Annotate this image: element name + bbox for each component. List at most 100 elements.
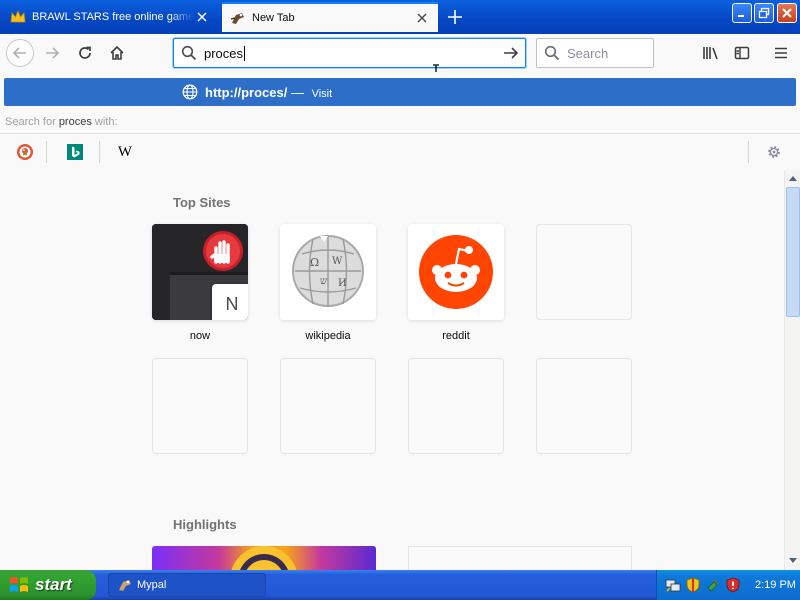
hamburger-menu-icon xyxy=(775,47,787,59)
search-engine-wikipedia[interactable]: W xyxy=(113,140,137,164)
search-icon xyxy=(174,45,204,61)
new-tab-button[interactable] xyxy=(442,5,468,29)
empty-top-site-slot[interactable] xyxy=(536,358,632,454)
arrow-left-icon xyxy=(12,47,26,59)
empty-top-site-slot[interactable] xyxy=(408,358,504,454)
go-button[interactable] xyxy=(497,45,525,61)
windows-security-alert-icon[interactable] xyxy=(725,577,741,593)
mypal-icon xyxy=(230,10,246,26)
suggestion-separator: — xyxy=(287,85,308,100)
search-settings-button[interactable] xyxy=(762,140,786,164)
visit-url-suggestion[interactable]: http://proces/ — Visit xyxy=(4,78,796,106)
start-label: start xyxy=(35,575,72,594)
vertical-scrollbar[interactable] xyxy=(784,170,800,570)
highlight-card[interactable] xyxy=(152,546,376,570)
reddit-icon xyxy=(419,235,493,309)
security-shield-icon[interactable] xyxy=(685,577,701,593)
minimize-button[interactable] xyxy=(732,3,752,23)
search-bar[interactable]: Search xyxy=(536,38,654,68)
sidebar-button[interactable] xyxy=(728,39,756,67)
system-clock[interactable]: 2:19 PM xyxy=(755,579,796,591)
menu-button[interactable] xyxy=(767,39,795,67)
one-off-search-engines: W xyxy=(0,133,800,170)
top-site-now[interactable]: N xyxy=(152,224,248,320)
chevron-down-icon xyxy=(789,558,797,563)
search-for-query: proces xyxy=(58,116,92,128)
text-caret xyxy=(244,45,246,61)
system-tray: 2:19 PM xyxy=(656,570,800,600)
mypal-icon xyxy=(119,580,131,591)
url-input[interactable]: proces xyxy=(204,45,497,61)
close-tab-icon[interactable] xyxy=(414,10,430,26)
url-match: proces xyxy=(241,85,284,100)
library-button[interactable] xyxy=(697,39,725,67)
navigation-toolbar: proces Search xyxy=(0,34,800,80)
chevron-up-icon xyxy=(789,176,797,181)
svg-text:ש: ש xyxy=(320,276,327,287)
network-icon[interactable] xyxy=(665,577,681,593)
windows-logo-icon xyxy=(10,577,28,592)
close-icon xyxy=(782,8,792,18)
tab-title: New Tab xyxy=(252,12,295,24)
top-site-label: wikipedia xyxy=(305,330,351,342)
sidebar-icon xyxy=(734,46,750,60)
home-icon xyxy=(110,45,124,60)
taskbar: start Mypal 2:19 PM xyxy=(0,570,800,600)
wikipedia-globe-icon: Ω W ש И xyxy=(292,235,364,307)
svg-text:Ω: Ω xyxy=(310,256,319,269)
start-button[interactable]: start xyxy=(0,570,96,600)
search-engine-bing[interactable] xyxy=(63,140,87,164)
forward-button[interactable] xyxy=(38,39,66,67)
tab-new-tab[interactable]: New Tab xyxy=(222,2,438,32)
reload-button[interactable] xyxy=(71,39,99,67)
url-input-text: proces xyxy=(204,45,244,61)
empty-top-site-slot[interactable] xyxy=(152,358,248,454)
tab-title: BRAWL STARS free online game o xyxy=(32,11,194,23)
wikipedia-icon: W xyxy=(117,143,133,160)
autocomplete-popup: http://proces/ — Visit Search for proces… xyxy=(0,72,800,170)
site-letter-badge: N xyxy=(212,284,248,320)
search-for-prefix: Search for xyxy=(5,116,56,128)
taskbar-item-mypal[interactable]: Mypal xyxy=(108,573,266,597)
top-site-label: reddit xyxy=(442,330,470,342)
close-window-button[interactable] xyxy=(777,3,797,23)
search-for-label: Search for proces with: xyxy=(5,116,118,128)
separator xyxy=(46,141,47,163)
taskbar-item-label: Mypal xyxy=(137,579,167,591)
minimize-icon xyxy=(738,15,744,17)
top-sites-heading: Top Sites xyxy=(173,195,231,210)
empty-top-site-slot[interactable] xyxy=(280,358,376,454)
tab-brawl-stars[interactable]: BRAWL STARS free online game o xyxy=(2,2,218,32)
url-scheme: http:// xyxy=(205,85,242,100)
new-tab-page: Top Sites N now Ω W ש И wikipedia reddit… xyxy=(0,170,784,570)
safely-remove-hardware-icon[interactable] xyxy=(705,577,721,593)
empty-top-site-slot[interactable] xyxy=(536,224,632,320)
highlight-card-placeholder[interactable] xyxy=(408,546,632,570)
home-button[interactable] xyxy=(103,39,131,67)
search-engine-duckduckgo[interactable] xyxy=(13,140,37,164)
top-site-wikipedia[interactable]: Ω W ש И xyxy=(280,224,376,320)
restore-icon xyxy=(758,7,770,19)
svg-text:W: W xyxy=(332,256,343,267)
scroll-down-button[interactable] xyxy=(785,553,800,569)
scrollbar-thumb[interactable] xyxy=(786,187,800,317)
back-button[interactable] xyxy=(6,39,34,67)
duckduckgo-icon xyxy=(17,144,33,160)
suggestion-url: http://proces/ — Visit xyxy=(205,85,332,100)
arrow-right-icon xyxy=(46,47,60,59)
separator xyxy=(748,141,749,163)
search-input-placeholder: Search xyxy=(567,45,609,61)
gear-icon xyxy=(768,146,780,158)
bing-icon xyxy=(67,144,83,160)
plus-icon xyxy=(448,10,462,24)
top-site-reddit[interactable] xyxy=(408,224,504,320)
reload-icon xyxy=(79,46,91,59)
title-bar: BRAWL STARS free online game o New Tab xyxy=(0,0,800,34)
search-for-suffix: with: xyxy=(94,116,118,128)
url-bar[interactable]: proces xyxy=(173,38,526,68)
scroll-up-button[interactable] xyxy=(785,170,800,186)
highlight-thumbnail xyxy=(231,546,297,570)
separator xyxy=(99,141,100,163)
close-tab-icon[interactable] xyxy=(194,9,210,25)
restore-button[interactable] xyxy=(754,3,774,23)
